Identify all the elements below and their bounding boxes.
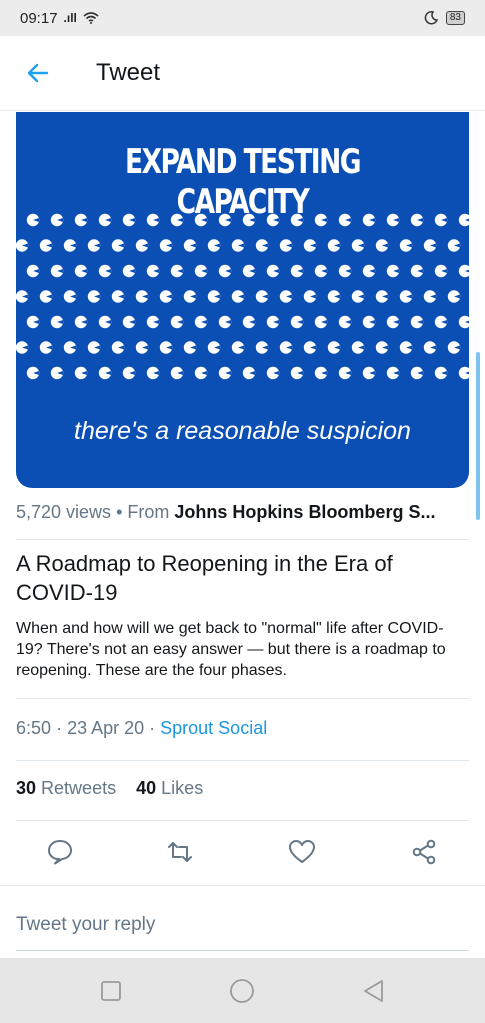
system-nav-bar <box>0 958 485 1023</box>
likes-count: 40 <box>136 778 157 798</box>
tweet-date: 23 Apr 20 <box>67 718 145 738</box>
separator-dot: • <box>116 502 123 522</box>
moon-icon <box>424 11 438 25</box>
scrollbar[interactable] <box>476 352 480 520</box>
likes-link[interactable]: 40 Likes <box>136 778 203 798</box>
link-card-source[interactable]: 5,720 views • From Johns Hopkins Bloombe… <box>16 502 435 523</box>
views-count: 5,720 views <box>16 502 112 522</box>
back-icon[interactable] <box>361 978 387 1004</box>
link-card-description[interactable]: When and how will we get back to "normal… <box>16 618 461 681</box>
likes-label: Likes <box>161 778 204 798</box>
divider <box>16 760 469 761</box>
tweet-actions <box>16 832 469 872</box>
app-header: Tweet <box>0 36 485 111</box>
from-prefix: From <box>127 502 170 522</box>
share-icon[interactable] <box>410 838 438 866</box>
reply-input[interactable] <box>16 900 469 951</box>
signal-icon: .ıll <box>63 11 77 25</box>
status-bar: 09:17 .ıll 83 <box>0 0 485 36</box>
retweets-label: Retweets <box>41 778 117 798</box>
retweet-icon[interactable] <box>166 838 194 866</box>
back-arrow-icon <box>27 63 49 83</box>
page-title: Tweet <box>96 59 161 86</box>
home-icon[interactable] <box>229 978 255 1004</box>
like-icon[interactable] <box>288 838 316 866</box>
media-caption: there's a reasonable suspicion <box>74 417 411 445</box>
retweets-link[interactable]: 30 Retweets <box>16 778 121 798</box>
reply-icon[interactable] <box>46 838 74 866</box>
source-name: Johns Hopkins Bloomberg S... <box>174 502 436 522</box>
divider <box>16 539 469 540</box>
battery-indicator: 83 <box>445 11 465 25</box>
tweet-media-image[interactable]: EXPAND TESTING CAPACITY there's a reason… <box>16 112 469 488</box>
tweet-stats: 30 Retweets 40 Likes <box>16 778 203 799</box>
tweet-time: 6:50 <box>16 718 52 738</box>
divider <box>16 820 469 821</box>
divider <box>16 698 469 699</box>
status-time: 09:17 <box>20 9 58 27</box>
retweets-count: 30 <box>16 778 37 798</box>
recent-apps-icon[interactable] <box>98 978 124 1004</box>
link-card-title[interactable]: A Roadmap to Reopening in the Era of COV… <box>16 549 456 607</box>
back-button[interactable] <box>18 53 58 93</box>
wifi-icon <box>83 12 99 24</box>
reply-composer <box>0 885 485 956</box>
tweet-source-link[interactable]: Sprout Social <box>160 718 267 738</box>
tweet-meta: 6:50 · 23 Apr 20 · Sprout Social <box>16 718 268 738</box>
